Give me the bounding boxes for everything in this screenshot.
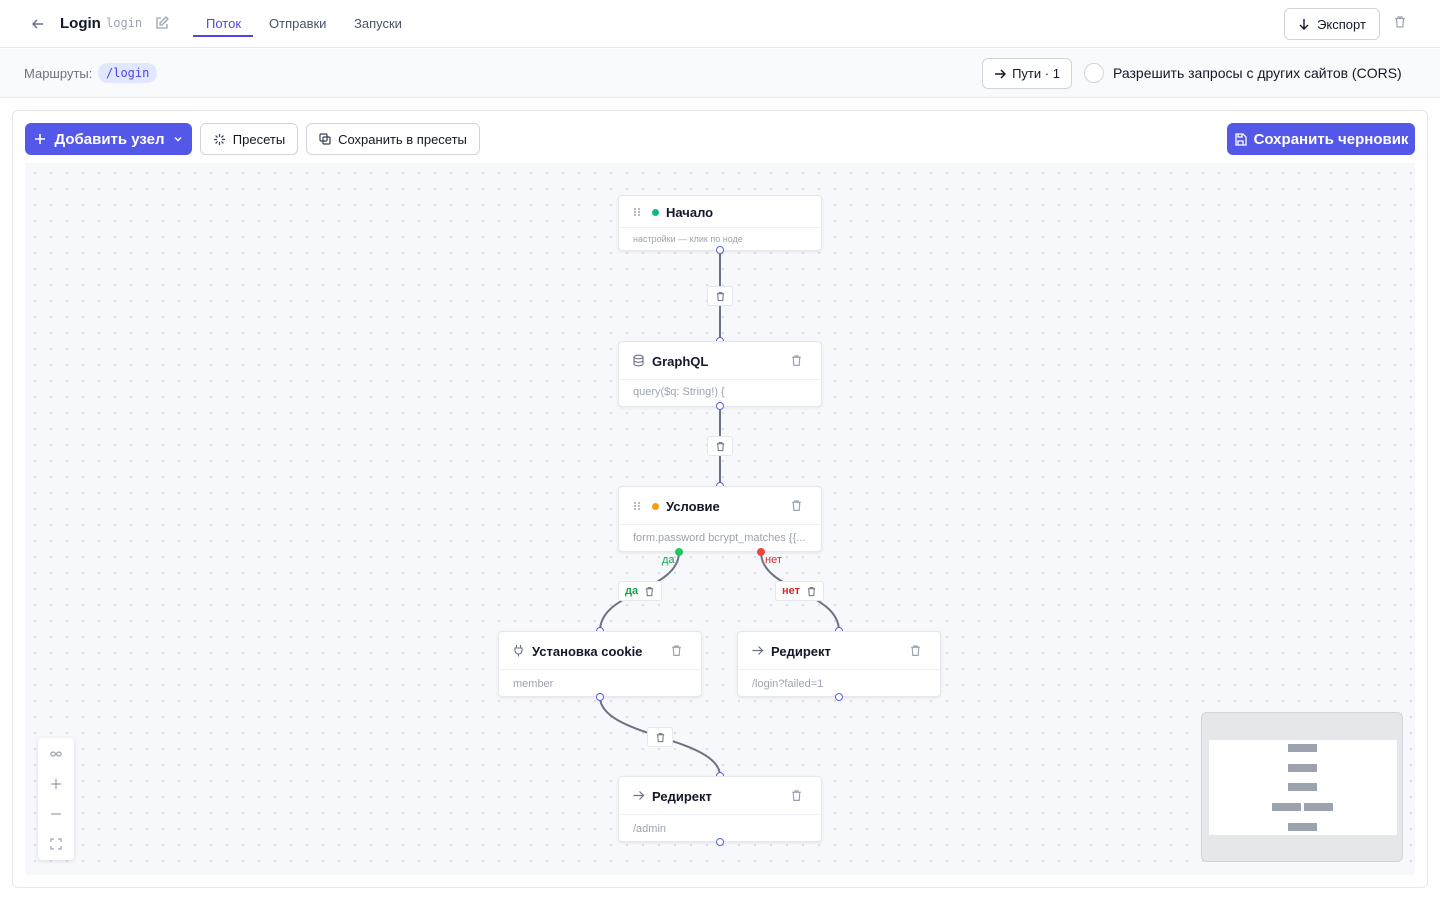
minimap-node xyxy=(1288,764,1317,772)
add-node-label: Добавить узел xyxy=(54,130,165,148)
download-icon xyxy=(1299,19,1309,30)
branch-no-label: нет xyxy=(765,554,782,566)
edge-delete-button[interactable] xyxy=(707,286,733,306)
arrow-right-icon xyxy=(995,69,1007,78)
status-dot xyxy=(652,209,659,216)
trash-icon xyxy=(807,586,816,596)
node-title: Редирект xyxy=(771,644,831,659)
handle-redirect-admin-out[interactable] xyxy=(716,838,724,846)
arrow-right-icon xyxy=(633,791,645,800)
node-title: Условие xyxy=(666,499,720,514)
tab-sends[interactable]: Отправки xyxy=(269,16,326,31)
trash-icon xyxy=(656,732,664,742)
fit-view-icon[interactable] xyxy=(38,829,74,859)
plus-icon xyxy=(35,134,46,144)
edge-no-label: нет xyxy=(782,585,801,597)
zoom-out-icon[interactable] xyxy=(38,799,74,829)
node-redirect-failed[interactable]: Редирект /login?failed=1 xyxy=(737,631,941,697)
node-title: Редирект xyxy=(652,789,712,804)
minimap-node xyxy=(1272,803,1301,811)
canvas-controls xyxy=(38,738,74,860)
presets-button[interactable]: Пресеты xyxy=(200,123,298,155)
node-subtitle: /admin xyxy=(633,823,667,835)
edge-no-delete-button[interactable]: нет xyxy=(775,581,825,601)
edit-icon[interactable] xyxy=(154,15,172,33)
flow-title: Login xyxy=(60,15,101,32)
trash-icon[interactable] xyxy=(790,354,803,367)
handle-start-out[interactable] xyxy=(716,246,724,254)
export-button[interactable]: Экспорт xyxy=(1284,8,1380,40)
node-subtitle: /login?failed=1 xyxy=(752,678,824,690)
trash-icon[interactable] xyxy=(909,644,922,657)
minimap[interactable] xyxy=(1201,712,1403,862)
save-draft-label: Сохранить черновик xyxy=(1253,130,1409,148)
node-subtitle: query($q: String!) { xyxy=(633,386,725,398)
edge-yes-label: да xyxy=(625,585,639,597)
node-title: GraphQL xyxy=(652,354,709,369)
trash-icon xyxy=(645,586,654,596)
handle-cookie-out[interactable] xyxy=(596,693,604,701)
handle-condition-yes[interactable] xyxy=(675,548,683,556)
trash-icon xyxy=(716,291,724,301)
node-subtitle: form.password bcrypt_matches {{... xyxy=(633,532,806,544)
tab-flow[interactable]: Поток xyxy=(206,16,241,31)
flow-slug: login xyxy=(106,16,143,30)
minimap-node xyxy=(1288,823,1317,831)
plug-icon xyxy=(514,645,523,657)
edge-yes-delete-button[interactable]: да xyxy=(618,581,663,601)
database-icon xyxy=(633,354,644,367)
node-condition[interactable]: Условие form.password bcrypt_matches {{.… xyxy=(618,486,822,552)
node-title: Установка cookie xyxy=(532,644,643,659)
node-set-cookie[interactable]: Установка cookie member xyxy=(498,631,702,697)
paths-label: Пути · 1 xyxy=(1012,66,1060,81)
delete-flow-trash-icon[interactable] xyxy=(1393,15,1411,33)
export-label: Экспорт xyxy=(1317,16,1366,32)
node-subtitle: настройки — клик по ноде xyxy=(633,234,743,244)
edge-delete-button[interactable] xyxy=(707,436,733,456)
status-dot xyxy=(652,503,659,510)
cors-label: Разрешить запросы с других сайтов (CORS) xyxy=(1113,65,1402,81)
zoom-in-icon[interactable] xyxy=(38,769,74,799)
drag-handle-icon[interactable] xyxy=(633,207,641,217)
back-arrow-icon[interactable] xyxy=(28,14,48,34)
routes-label: Маршруты: xyxy=(24,66,93,81)
minimap-node xyxy=(1288,783,1317,791)
branch-yes-label: да xyxy=(662,554,675,566)
arrow-right-icon xyxy=(752,646,764,655)
node-redirect-admin[interactable]: Редирект /admin xyxy=(618,776,822,842)
save-icon xyxy=(1234,132,1247,146)
handle-redirect-fail-out[interactable] xyxy=(835,693,843,701)
minimap-node xyxy=(1304,803,1333,811)
drag-handle-icon[interactable] xyxy=(633,501,641,511)
handle-graphql-out[interactable] xyxy=(716,402,724,410)
routes-bar: Маршруты: /login Пути · 1 Разрешить запр… xyxy=(0,49,1440,98)
active-tab-indicator xyxy=(193,35,253,37)
presets-label: Пресеты xyxy=(232,131,286,147)
save-preset-label: Сохранить в пресеты xyxy=(338,131,467,147)
handle-condition-no[interactable] xyxy=(757,548,765,556)
link-icon[interactable] xyxy=(38,739,74,769)
save-to-presets-button[interactable]: Сохранить в пресеты xyxy=(306,123,480,155)
add-node-button[interactable]: Добавить узел xyxy=(25,123,192,155)
paths-button[interactable]: Пути · 1 xyxy=(982,58,1072,89)
sparkle-icon xyxy=(213,133,225,145)
node-graphql[interactable]: GraphQL query($q: String!) { xyxy=(618,341,822,407)
edge-delete-button[interactable] xyxy=(647,727,673,747)
trash-icon xyxy=(716,441,724,451)
flow-canvas[interactable]: Начало настройки — клик по ноде GraphQL … xyxy=(25,163,1415,875)
node-subtitle: member xyxy=(513,678,554,690)
minimap-node xyxy=(1288,744,1317,752)
tab-runs[interactable]: Запуски xyxy=(354,16,402,31)
trash-icon[interactable] xyxy=(790,499,803,512)
chevron-down-icon xyxy=(174,137,182,142)
top-bar: Login login Поток Отправки Запуски Экспо… xyxy=(0,0,1440,48)
node-start[interactable]: Начало настройки — клик по ноде xyxy=(618,195,822,251)
save-draft-button[interactable]: Сохранить черновик xyxy=(1227,123,1415,155)
cors-checkbox[interactable] xyxy=(1084,63,1104,83)
trash-icon[interactable] xyxy=(790,789,803,802)
copy-icon xyxy=(319,133,331,145)
route-chip[interactable]: /login xyxy=(98,63,158,83)
node-title: Начало xyxy=(666,205,714,220)
trash-icon[interactable] xyxy=(670,644,683,657)
